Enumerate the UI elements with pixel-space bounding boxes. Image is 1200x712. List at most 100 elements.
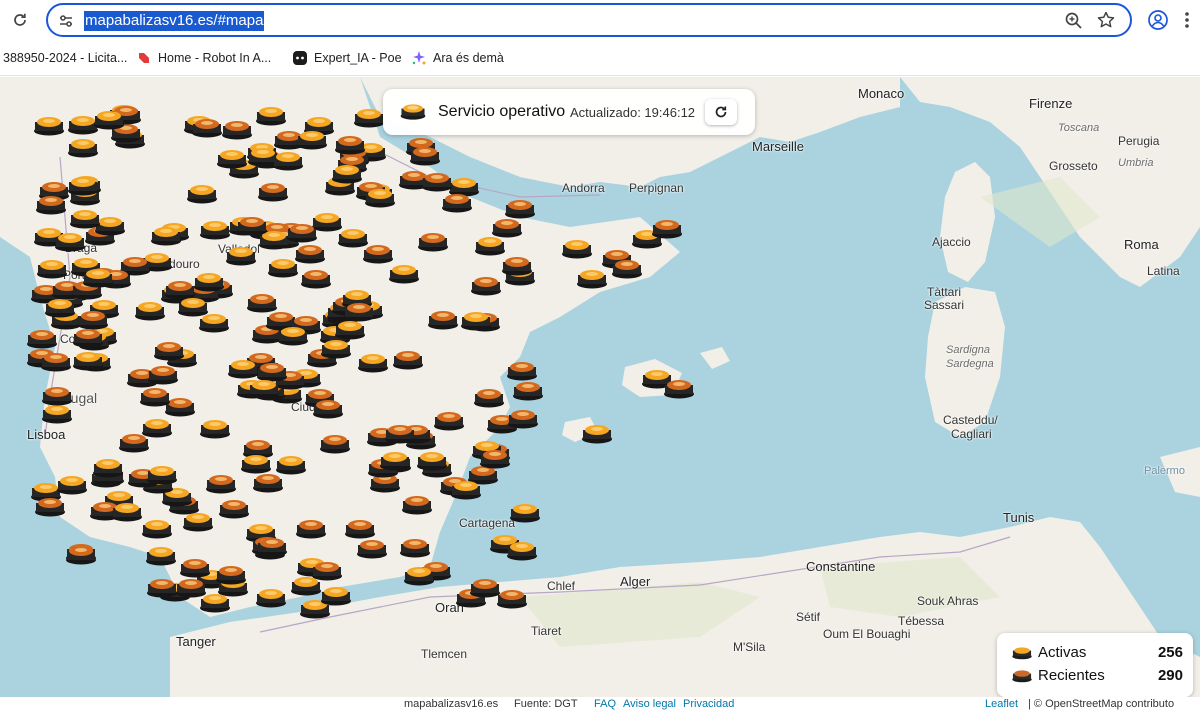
bookmark-star-icon[interactable] [1096, 10, 1116, 30]
beacon-marker-icon[interactable] [254, 104, 288, 126]
beacon-marker-icon[interactable] [149, 224, 183, 246]
beacon-marker-icon[interactable] [140, 416, 174, 438]
beacon-marker-icon[interactable] [459, 309, 493, 331]
refresh-button[interactable] [705, 99, 737, 125]
beacon-marker-icon[interactable] [342, 300, 376, 322]
beacon-marker-icon[interactable] [140, 517, 174, 539]
beacon-marker-icon[interactable] [391, 348, 425, 370]
beacon-marker-icon[interactable] [319, 584, 353, 606]
zoom-icon[interactable] [1064, 11, 1084, 31]
beacon-marker-icon[interactable] [271, 149, 305, 171]
beacon-marker-icon[interactable] [285, 221, 319, 243]
beacon-marker-icon[interactable] [378, 449, 412, 471]
profile-icon[interactable] [1147, 9, 1169, 31]
beacon-marker-icon[interactable] [575, 267, 609, 289]
beacon-marker-icon[interactable] [256, 180, 290, 202]
beacon-marker-icon[interactable] [32, 114, 66, 136]
beacon-marker-icon[interactable] [469, 274, 503, 296]
beacon-marker-icon[interactable] [355, 537, 389, 559]
beacon-marker-icon[interactable] [224, 244, 258, 266]
address-bar[interactable]: mapabalizasv16.es/#mapa [46, 3, 1132, 37]
privacy-link[interactable]: Privacidad [683, 698, 734, 710]
beacon-marker-icon[interactable] [400, 493, 434, 515]
beacon-marker-icon[interactable] [415, 449, 449, 471]
beacon-marker-icon[interactable] [176, 295, 210, 317]
beacon-marker-icon[interactable] [408, 144, 442, 166]
beacon-marker-icon[interactable] [215, 147, 249, 169]
beacon-marker-icon[interactable] [383, 422, 417, 444]
beacon-marker-icon[interactable] [505, 359, 539, 381]
beacon-marker-icon[interactable] [66, 136, 100, 158]
beacon-marker-icon[interactable] [319, 337, 353, 359]
beacon-marker-icon[interactable] [239, 452, 273, 474]
beacon-marker-icon[interactable] [650, 217, 684, 239]
bookmark-item[interactable]: Expert_IA - Poe [292, 49, 402, 67]
beacon-marker-icon[interactable] [25, 327, 59, 349]
beacon-marker-icon[interactable] [110, 500, 144, 522]
beacon-marker-icon[interactable] [55, 473, 89, 495]
beacon-marker-icon[interactable] [178, 556, 212, 578]
beacon-marker-icon[interactable] [198, 417, 232, 439]
beacon-marker-icon[interactable] [190, 116, 224, 138]
beacon-marker-icon[interactable] [181, 510, 215, 532]
faq-link[interactable]: FAQ [594, 698, 616, 710]
beacon-marker-icon[interactable] [511, 379, 545, 401]
beacon-marker-icon[interactable] [174, 576, 208, 598]
beacon-marker-icon[interactable] [266, 256, 300, 278]
beacon-marker-icon[interactable] [138, 385, 172, 407]
beacon-marker-icon[interactable] [289, 574, 323, 596]
beacon-marker-icon[interactable] [449, 478, 483, 500]
beacon-marker-icon[interactable] [343, 517, 377, 539]
beacon-marker-icon[interactable] [506, 407, 540, 429]
beacon-marker-icon[interactable] [204, 472, 238, 494]
beacon-marker-icon[interactable] [53, 230, 87, 252]
beacon-marker-icon[interactable] [276, 324, 310, 346]
beacon-marker-icon[interactable] [662, 377, 696, 399]
beacon-marker-icon[interactable] [508, 501, 542, 523]
beacon-marker-icon[interactable] [185, 182, 219, 204]
beacon-marker-icon[interactable] [336, 226, 370, 248]
beacon-marker-icon[interactable] [505, 539, 539, 561]
leaflet-link[interactable]: Leaflet [985, 698, 1018, 710]
beacon-marker-icon[interactable] [220, 118, 254, 140]
beacon-marker-icon[interactable] [478, 447, 512, 469]
beacon-marker-icon[interactable] [35, 257, 69, 279]
beacon-marker-icon[interactable] [214, 563, 248, 585]
beacon-marker-icon[interactable] [440, 191, 474, 213]
beacon-marker-icon[interactable] [255, 535, 289, 557]
beacon-marker-icon[interactable] [398, 536, 432, 558]
map-view[interactable]: Monaco Firenze Toscana Grosseto Perugia … [0, 77, 1200, 697]
beacon-marker-icon[interactable] [432, 409, 466, 431]
beacon-marker-icon[interactable] [330, 162, 364, 184]
beacon-marker-icon[interactable] [40, 384, 74, 406]
beacon-marker-icon[interactable] [198, 218, 232, 240]
beacon-marker-icon[interactable] [71, 349, 105, 371]
beacon-marker-icon[interactable] [333, 133, 367, 155]
beacon-marker-icon[interactable] [39, 350, 73, 372]
beacon-marker-icon[interactable] [92, 108, 126, 130]
beacon-marker-icon[interactable] [311, 397, 345, 419]
beacon-marker-icon[interactable] [146, 363, 180, 385]
url-text[interactable]: mapabalizasv16.es/#mapa [84, 11, 265, 31]
beacon-marker-icon[interactable] [91, 456, 125, 478]
beacon-marker-icon[interactable] [34, 193, 68, 215]
beacon-marker-icon[interactable] [356, 351, 390, 373]
menu-kebab-icon[interactable] [1180, 9, 1194, 31]
beacon-marker-icon[interactable] [402, 564, 436, 586]
beacon-marker-icon[interactable] [318, 432, 352, 454]
site-info-icon[interactable] [56, 11, 76, 31]
beacon-marker-icon[interactable] [152, 339, 186, 361]
beacon-marker-icon[interactable] [235, 214, 269, 236]
beacon-marker-icon[interactable] [472, 386, 506, 408]
beacon-marker-icon[interactable] [145, 576, 179, 598]
beacon-marker-icon[interactable] [247, 377, 281, 399]
beacon-marker-icon[interactable] [580, 422, 614, 444]
beacon-marker-icon[interactable] [387, 262, 421, 284]
reload-icon[interactable] [9, 9, 31, 31]
beacon-marker-icon[interactable] [490, 216, 524, 238]
beacon-marker-icon[interactable] [81, 266, 115, 288]
bookmark-item[interactable]: 388950-2024 - Licita... [3, 49, 127, 67]
beacon-marker-icon[interactable] [71, 326, 105, 348]
beacon-marker-icon[interactable] [254, 586, 288, 608]
beacon-marker-icon[interactable] [363, 186, 397, 208]
